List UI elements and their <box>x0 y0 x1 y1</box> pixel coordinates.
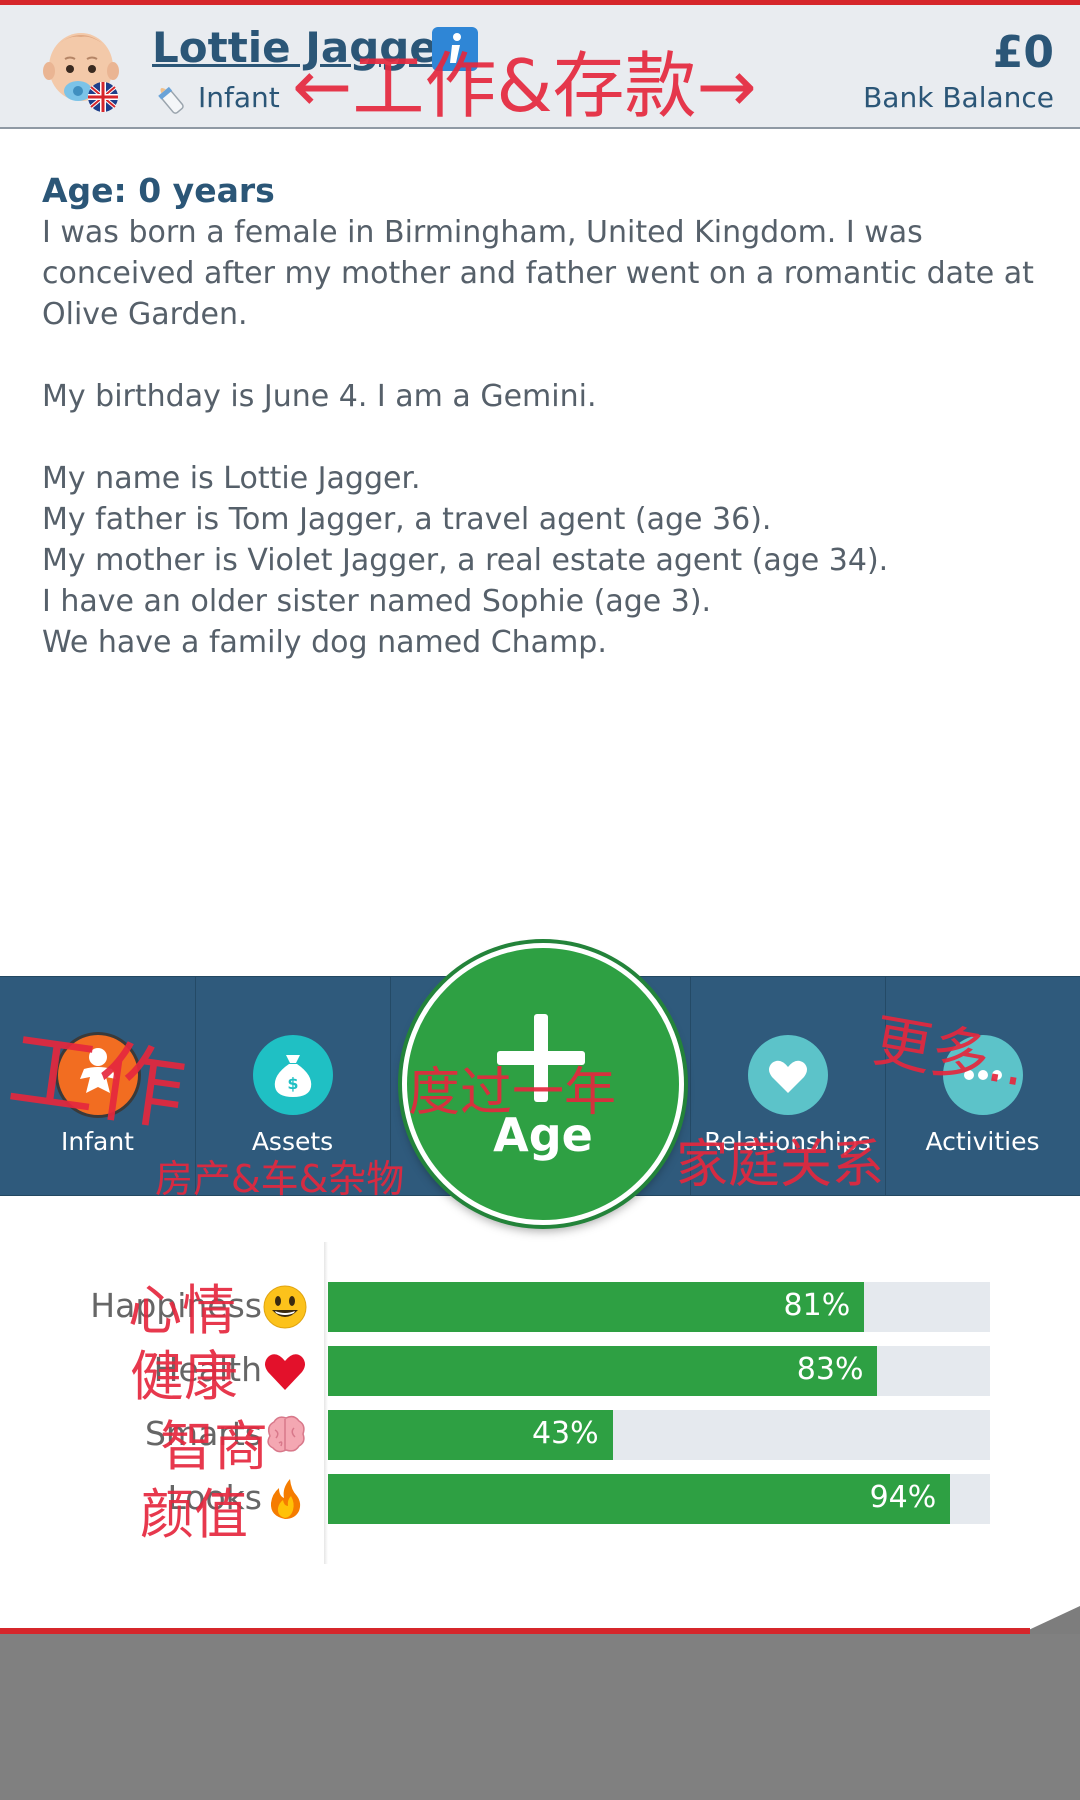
bio-line: My mother is Violet Jagger, a real estat… <box>42 543 889 578</box>
bank-balance-amount[interactable]: £0 <box>993 27 1054 78</box>
stat-bar-fill: 94% <box>328 1474 951 1524</box>
grinning-face-icon <box>263 1285 307 1329</box>
brain-icon <box>267 1415 305 1453</box>
annotation-work-savings: ←工作&存款→ <box>292 44 757 128</box>
stat-row-happiness[interactable]: Happiness 81% 心情 <box>0 1279 1080 1342</box>
header: Lottie Jagger Infant £0 Bank Balance ←工作… <box>0 5 1080 129</box>
nav-activities-label: Activities <box>925 1127 1040 1156</box>
bio-line: conceived after my mother and father wen… <box>42 256 1034 291</box>
annotation-age-year: 度过一年 <box>408 1063 617 1123</box>
life-story: Age: 0 years I was born a female in Birm… <box>42 170 1042 663</box>
bio-line: I was born a female in Birmingham, Unite… <box>42 215 923 250</box>
stat-bar-fill: 43% <box>328 1410 613 1460</box>
annotation-assets: 房产&车&杂物 <box>155 1157 405 1201</box>
red-heart-icon <box>265 1354 305 1390</box>
svg-text:$: $ <box>287 1074 298 1093</box>
stat-bar-track: 43% <box>328 1410 990 1460</box>
stat-bar-fill: 81% <box>328 1282 865 1332</box>
stat-bar-track: 94% <box>328 1474 990 1524</box>
age-heading: Age: 0 years <box>42 171 275 210</box>
baby-bottle-icon <box>158 86 184 114</box>
stat-bar-track: 81% <box>328 1282 990 1332</box>
bio-line: My name is Lottie Jagger. <box>42 461 421 496</box>
bio-line: My birthday is June 4. I am a Gemini. <box>42 379 597 414</box>
stat-bar-track: 83% <box>328 1346 990 1396</box>
annotation-health: 健康 <box>130 1345 238 1408</box>
bio-line: I have an older sister named Sophie (age… <box>42 584 712 619</box>
baby-avatar[interactable] <box>38 25 124 115</box>
bio-line: Olive Garden. <box>42 297 248 332</box>
heart-icon <box>747 1035 828 1115</box>
stat-bar-fill: 83% <box>328 1346 878 1396</box>
stat-row-looks[interactable]: Looks 94% 颜值 <box>0 1474 1080 1546</box>
stats-panel: Happiness 81% 心情 Health 83% 健康 Smarts 43… <box>0 1240 1080 1570</box>
stat-percent: 81% <box>783 1288 851 1323</box>
bio-line: We have a family dog named Champ. <box>42 625 607 660</box>
bottom-overlay <box>0 1634 1080 1800</box>
life-stage-label: Infant <box>198 81 280 114</box>
stat-percent: 83% <box>796 1352 864 1387</box>
money-bag-icon: $ <box>252 1035 333 1115</box>
stat-percent: 43% <box>531 1416 599 1451</box>
stat-percent: 94% <box>869 1480 937 1515</box>
annotation-looks: 颜值 <box>140 1483 248 1546</box>
bank-balance-label: Bank Balance <box>863 81 1054 114</box>
fire-icon <box>270 1479 301 1519</box>
annotation-work: 工作 <box>2 1017 192 1144</box>
stat-row-health[interactable]: Health 83% 健康 <box>0 1345 1080 1408</box>
stat-row-smarts[interactable]: Smarts 43% 智商 <box>0 1410 1080 1478</box>
bio-line: My father is Tom Jagger, a travel agent … <box>42 502 772 537</box>
annotation-family: 家庭关系 <box>676 1135 885 1195</box>
